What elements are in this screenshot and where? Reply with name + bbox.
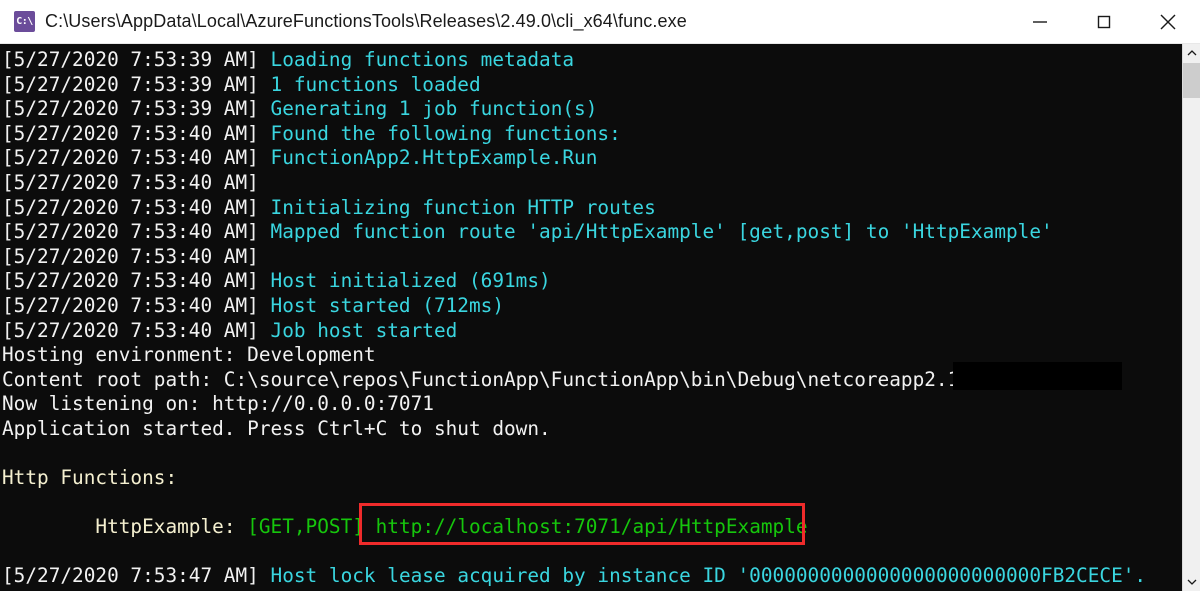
log-timestamp: [5/27/2020 7:53:40 AM]	[2, 146, 259, 170]
log-line: [5/27/2020 7:53:39 AM] Loading functions…	[2, 48, 1182, 73]
log-timestamp: [5/27/2020 7:53:39 AM]	[2, 72, 259, 96]
final-gap	[259, 564, 271, 587]
log-timestamp: [5/27/2020 7:53:40 AM]	[2, 244, 259, 268]
scroll-up-arrow[interactable]	[1183, 44, 1200, 62]
log-timestamp: [5/27/2020 7:53:40 AM]	[2, 121, 259, 145]
console-output[interactable]: [5/27/2020 7:53:39 AM] Loading functions…	[0, 44, 1182, 591]
log-message: Initializing function HTTP routes	[258, 195, 656, 219]
close-button[interactable]	[1136, 0, 1200, 43]
log-message: 1 functions loaded	[258, 72, 481, 96]
log-message: Host initialized (691ms)	[258, 269, 551, 293]
log-message: Mapped function route 'api/HttpExample' …	[258, 220, 1053, 244]
log-line: [5/27/2020 7:53:40 AM] Host initialized …	[2, 269, 1182, 294]
final-log-timestamp: [5/27/2020 7:53:47 AM]	[2, 564, 259, 588]
log-line: [5/27/2020 7:53:40 AM] FunctionApp2.Http…	[2, 146, 1182, 171]
minimize-icon	[1033, 20, 1047, 23]
redaction-box	[953, 362, 1122, 390]
final-log-message: Host lock lease acquired by instance ID …	[270, 564, 1147, 588]
chevron-up-icon	[1187, 50, 1196, 56]
vertical-scrollbar[interactable]	[1182, 44, 1200, 591]
maximize-button[interactable]	[1072, 0, 1136, 43]
title-bar[interactable]: C:\ C:\Users\AppData\Local\AzureFunction…	[0, 0, 1200, 44]
function-name: HttpExample:	[95, 515, 236, 539]
function-gap-2	[364, 515, 376, 538]
log-message: Job host started	[258, 318, 458, 342]
log-line: [5/27/2020 7:53:40 AM]	[2, 245, 1182, 270]
maximize-icon	[1097, 15, 1111, 28]
log-line: [5/27/2020 7:53:40 AM] Mapped function r…	[2, 220, 1182, 245]
log-timestamp: [5/27/2020 7:53:40 AM]	[2, 195, 259, 219]
log-message: Loading functions metadata	[258, 48, 575, 71]
log-message: Host started (712ms)	[258, 293, 505, 317]
scroll-down-arrow[interactable]	[1183, 573, 1200, 591]
cmd-console-icon: C:\	[14, 11, 35, 32]
function-entry-row: HttpExample: [GET,POST] http://localhost…	[2, 515, 1182, 540]
log-line: [5/27/2020 7:53:40 AM] Host started (712…	[2, 294, 1182, 319]
log-message: Generating 1 job function(s)	[258, 97, 598, 121]
log-line: [5/27/2020 7:53:40 AM] Initializing func…	[2, 196, 1182, 221]
log-timestamp: [5/27/2020 7:53:40 AM]	[2, 220, 259, 244]
log-timestamp: [5/27/2020 7:53:40 AM]	[2, 293, 259, 317]
timestamped-log-lines: [5/27/2020 7:53:39 AM] Loading functions…	[2, 48, 1182, 343]
function-indent	[2, 515, 95, 538]
console-window: C:\ C:\Users\AppData\Local\AzureFunction…	[0, 0, 1200, 591]
chevron-down-icon	[1187, 579, 1196, 585]
minimize-button[interactable]	[1008, 0, 1072, 43]
plain-log-lines: Hosting environment: Development Content …	[2, 343, 1182, 441]
log-timestamp: [5/27/2020 7:53:40 AM]	[2, 170, 259, 194]
function-url[interactable]: http://localhost:7071/api/HttpExample	[376, 515, 808, 538]
scroll-thumb[interactable]	[1183, 63, 1200, 98]
plain-log-line: Now listening on: http://0.0.0.0:7071	[2, 392, 434, 416]
log-line: [5/27/2020 7:53:40 AM] Found the followi…	[2, 122, 1182, 147]
log-line: [5/27/2020 7:53:40 AM]	[2, 171, 1182, 196]
function-methods: [GET,POST]	[247, 515, 364, 539]
function-gap	[236, 515, 248, 538]
log-timestamp: [5/27/2020 7:53:40 AM]	[2, 269, 259, 293]
log-line: [5/27/2020 7:53:39 AM] 1 functions loade…	[2, 73, 1182, 98]
close-icon	[1160, 14, 1176, 29]
log-line: [5/27/2020 7:53:39 AM] Generating 1 job …	[2, 97, 1182, 122]
log-timestamp: [5/27/2020 7:53:39 AM]	[2, 97, 259, 121]
http-functions-heading: Http Functions:	[2, 466, 178, 490]
log-timestamp: [5/27/2020 7:53:40 AM]	[2, 318, 259, 342]
final-log-line: [5/27/2020 7:53:47 AM] Host lock lease a…	[2, 564, 1182, 589]
log-message: FunctionApp2.HttpExample.Run	[258, 146, 598, 170]
plain-log-line: Application started. Press Ctrl+C to shu…	[2, 416, 551, 440]
log-timestamp: [5/27/2020 7:53:39 AM]	[2, 48, 259, 71]
window-title: C:\Users\AppData\Local\AzureFunctionsToo…	[45, 11, 687, 31]
log-line: [5/27/2020 7:53:40 AM] Job host started	[2, 319, 1182, 344]
log-message: Found the following functions:	[258, 121, 621, 145]
